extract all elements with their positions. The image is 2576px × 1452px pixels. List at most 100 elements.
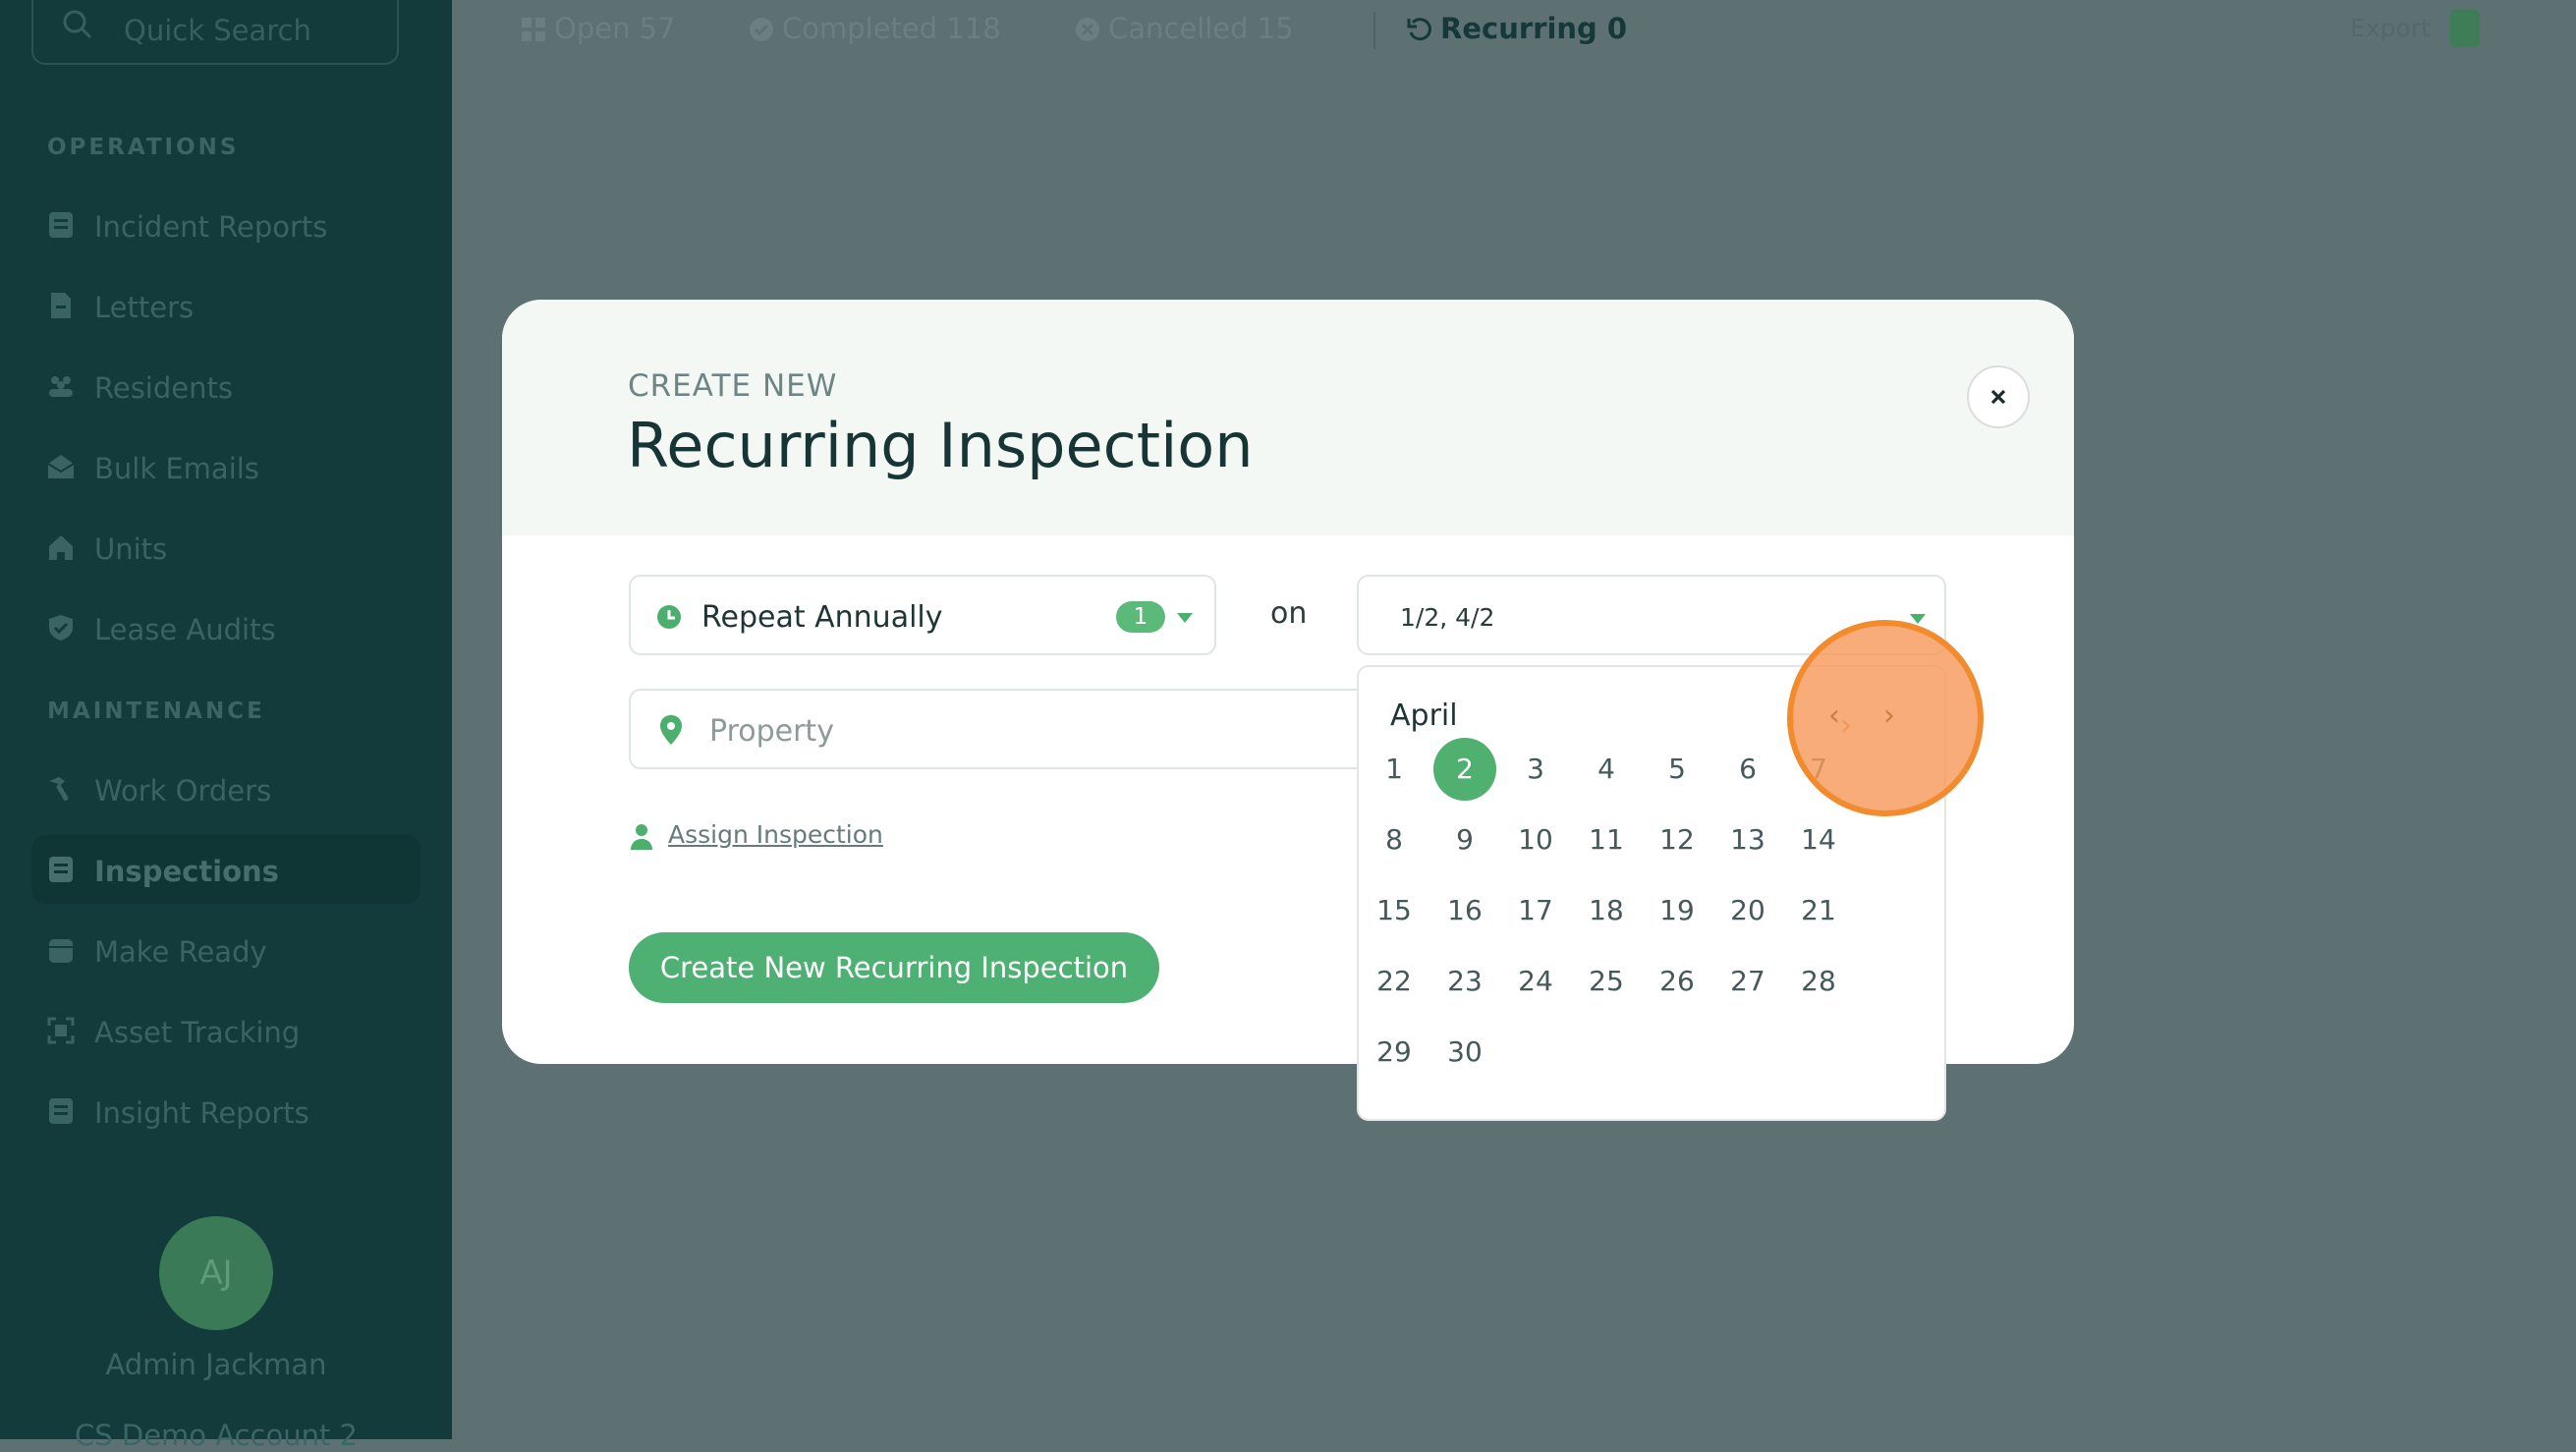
calendar-day[interactable]: 15: [1363, 879, 1426, 942]
search-icon: [63, 10, 92, 39]
modal-eyebrow: CREATE NEW: [628, 368, 838, 404]
sidebar-item-bulk-emails[interactable]: Bulk Emails: [31, 432, 420, 501]
sidebar-item-label: Units: [94, 532, 168, 566]
account-name[interactable]: CS Demo Account 2: [0, 1419, 432, 1452]
next-month-button-highlighted[interactable]: ›: [1883, 698, 1895, 733]
tab-recurring[interactable]: Recurring 0: [1407, 12, 1627, 45]
calendar-month-label: April: [1390, 698, 1458, 733]
spreadsheet-icon[interactable]: [2450, 10, 2480, 47]
user-icon: [631, 824, 652, 850]
calendar-day[interactable]: 26: [1646, 950, 1708, 1013]
calendar-day[interactable]: 8: [1363, 809, 1426, 871]
calendar-day[interactable]: 1: [1363, 738, 1426, 801]
sidebar-item-units[interactable]: Units: [31, 513, 420, 582]
search-placeholder: Quick Search: [124, 14, 311, 47]
sidebar-item-label: Lease Audits: [94, 613, 276, 646]
sidebar-item-residents[interactable]: Residents: [31, 352, 420, 420]
sidebar-item-label: Residents: [94, 371, 233, 405]
tab-open[interactable]: Open 57: [521, 12, 676, 45]
previous-month-button-highlighted[interactable]: ‹: [1828, 698, 1840, 733]
close-icon: [1990, 389, 2006, 405]
hammer-icon: [49, 777, 69, 802]
close-button[interactable]: [1967, 365, 2030, 428]
calendar-day[interactable]: 5: [1646, 738, 1708, 801]
refresh-icon: [1407, 18, 1431, 41]
repeat-count-badge: 1: [1116, 601, 1165, 633]
sidebar-item-label: Asset Tracking: [94, 1016, 301, 1049]
calendar-day[interactable]: 18: [1575, 879, 1638, 942]
tab-completed[interactable]: Completed 118: [749, 12, 1001, 45]
export-label[interactable]: Export: [2350, 14, 2431, 42]
sidebar-item-lease-audits[interactable]: Lease Audits: [31, 593, 420, 662]
avatar[interactable]: AJ: [159, 1216, 273, 1330]
calendar-day[interactable]: 12: [1646, 809, 1708, 871]
sidebar-item-work-orders[interactable]: Work Orders: [31, 754, 420, 823]
on-label: on: [1270, 596, 1308, 631]
repeat-frequency-value: Repeat Annually: [701, 600, 943, 635]
sidebar-item-make-ready[interactable]: Make Ready: [31, 916, 420, 984]
chevron-down-icon: [1177, 613, 1193, 623]
calendar-day[interactable]: 10: [1504, 809, 1567, 871]
chevron-down-icon: [1910, 614, 1926, 624]
sidebar-item-label: Insight Reports: [94, 1096, 309, 1130]
calendar-day[interactable]: 30: [1433, 1021, 1496, 1084]
user-name: Admin Jackman: [105, 1348, 327, 1381]
calendar-day[interactable]: 17: [1504, 879, 1567, 942]
tab-divider: [1373, 12, 1375, 49]
check-circle-icon: [750, 18, 773, 41]
calendar-day[interactable]: 28: [1787, 950, 1850, 1013]
calendar-day[interactable]: 11: [1575, 809, 1638, 871]
tab-label: Completed 118: [782, 12, 1001, 45]
operations-section-label: OPERATIONS: [47, 135, 240, 160]
calendar-day[interactable]: 25: [1575, 950, 1638, 1013]
tab-cancelled[interactable]: Cancelled 15: [1075, 12, 1294, 45]
sidebar-item-label: Work Orders: [94, 774, 272, 808]
calendar-icon: [49, 939, 73, 963]
scan-icon: [47, 1017, 75, 1044]
sidebar-item-label: Make Ready: [94, 935, 267, 969]
sidebar-item-label: Letters: [94, 291, 195, 324]
tab-label: Cancelled 15: [1108, 12, 1294, 45]
envelope-icon: [47, 455, 75, 478]
report-icon: [49, 1098, 73, 1124]
sidebar-item-inspections[interactable]: Inspections: [31, 835, 420, 904]
calendar-day[interactable]: 19: [1646, 879, 1708, 942]
document-icon: [49, 212, 73, 238]
calendar-day[interactable]: 13: [1716, 809, 1779, 871]
sidebar-item-asset-tracking[interactable]: Asset Tracking: [31, 996, 420, 1065]
tab-label: Recurring 0: [1440, 12, 1628, 45]
calendar-day[interactable]: 29: [1363, 1021, 1426, 1084]
property-select[interactable]: Property: [629, 689, 1375, 769]
repeat-frequency-select[interactable]: Repeat Annually 1: [629, 575, 1216, 655]
home-icon: [49, 535, 73, 560]
calendar-day[interactable]: 21: [1787, 879, 1850, 942]
sidebar: Quick Search OPERATIONS Incident Reports…: [0, 0, 452, 1452]
calendar-day[interactable]: 22: [1363, 950, 1426, 1013]
recurrence-dates-value: 1/2, 4/2: [1400, 603, 1495, 632]
sidebar-item-incident-reports[interactable]: Incident Reports: [31, 191, 420, 259]
calendar-day[interactable]: 23: [1433, 950, 1496, 1013]
calendar-day[interactable]: 27: [1716, 950, 1779, 1013]
tab-label: Open 57: [554, 12, 676, 45]
assign-inspection-link[interactable]: Assign Inspection: [668, 820, 883, 849]
calendar-day[interactable]: 9: [1433, 809, 1496, 871]
clock-icon: [657, 605, 681, 629]
calendar-day[interactable]: 4: [1575, 738, 1638, 801]
calendar-day[interactable]: 20: [1716, 879, 1779, 942]
grid-icon: [522, 18, 545, 41]
quick-search[interactable]: Quick Search: [31, 0, 399, 65]
x-circle-icon: [1076, 18, 1099, 41]
calendar-day[interactable]: 14: [1787, 809, 1850, 871]
calendar-day[interactable]: 16: [1433, 879, 1496, 942]
calendar-day[interactable]: 2: [1433, 738, 1496, 801]
maintenance-section-label: MAINTENANCE: [47, 698, 265, 724]
sidebar-item-insight-reports[interactable]: Insight Reports: [31, 1077, 420, 1145]
clipboard-icon: [49, 857, 73, 882]
sidebar-item-label: Incident Reports: [94, 210, 328, 244]
sidebar-item-letters[interactable]: Letters: [31, 271, 420, 340]
create-recurring-inspection-button[interactable]: Create New Recurring Inspection: [629, 932, 1159, 1003]
calendar-day[interactable]: 6: [1716, 738, 1779, 801]
shield-icon: [49, 615, 73, 641]
calendar-day[interactable]: 3: [1504, 738, 1567, 801]
calendar-day[interactable]: 24: [1504, 950, 1567, 1013]
